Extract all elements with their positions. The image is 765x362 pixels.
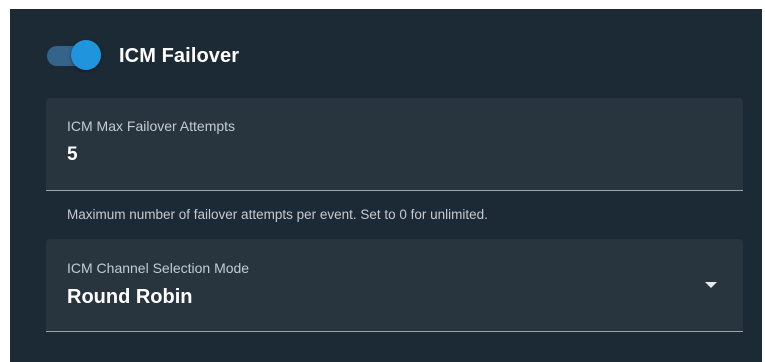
toggle-thumb bbox=[71, 40, 101, 70]
channel-selection-mode-value: Round Robin bbox=[67, 286, 193, 308]
channel-selection-mode-select[interactable]: ICM Channel Selection Mode Round Robin bbox=[46, 239, 743, 332]
max-failover-attempts-value[interactable]: 5 bbox=[67, 144, 78, 166]
max-failover-attempts-field[interactable]: ICM Max Failover Attempts 5 bbox=[46, 98, 743, 191]
icm-failover-row: ICM Failover bbox=[47, 39, 239, 73]
channel-selection-mode-label: ICM Channel Selection Mode bbox=[67, 260, 250, 276]
max-failover-attempts-label: ICM Max Failover Attempts bbox=[67, 118, 236, 134]
icm-failover-toggle[interactable] bbox=[47, 39, 101, 73]
max-failover-attempts-helper: Maximum number of failover attempts per … bbox=[67, 207, 488, 222]
chevron-down-icon[interactable] bbox=[705, 282, 717, 288]
icm-failover-label: ICM Failover bbox=[119, 44, 240, 67]
settings-panel: ICM Failover ICM Max Failover Attempts 5… bbox=[10, 9, 762, 362]
